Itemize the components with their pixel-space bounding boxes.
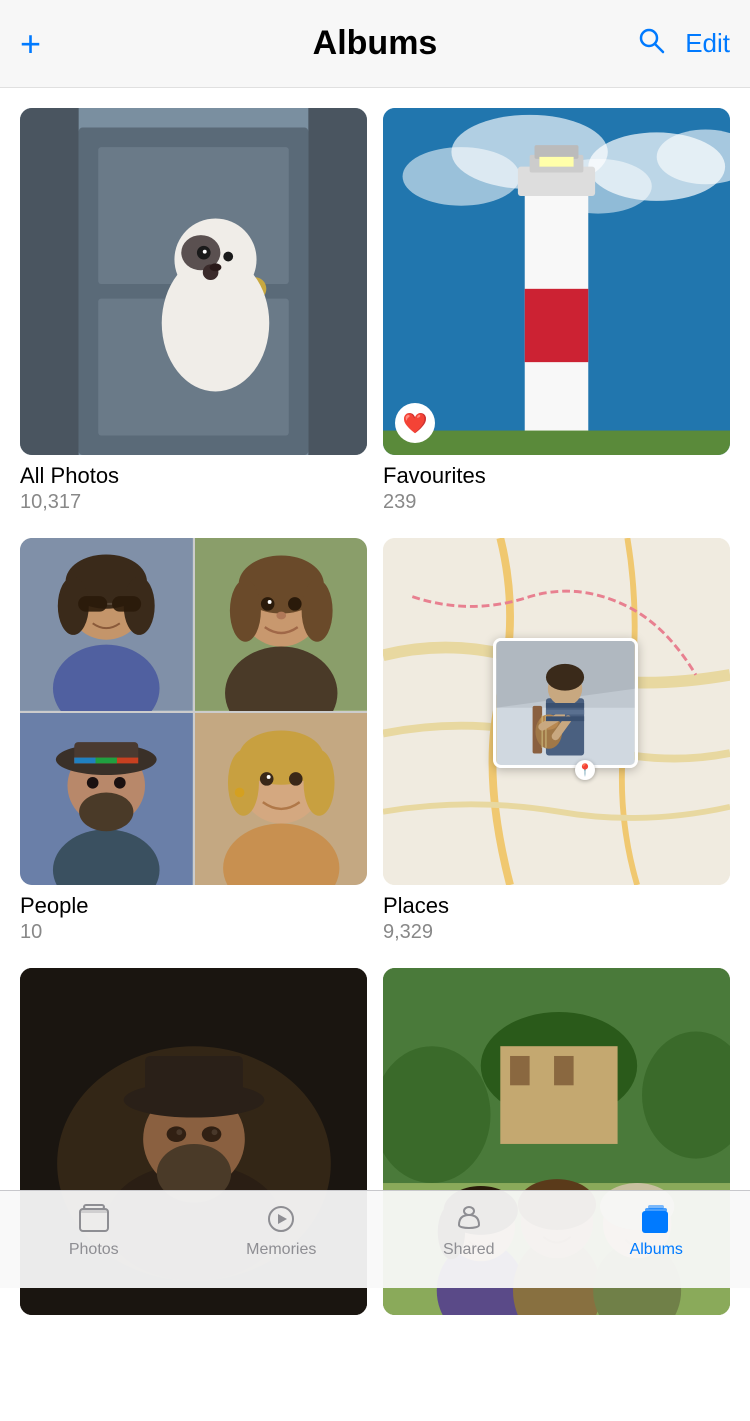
album-count-favourites: 239: [383, 491, 730, 514]
map-photo-overlay: [493, 638, 638, 768]
album-name-places: Places: [383, 893, 730, 919]
map-pin: 📍: [575, 760, 595, 780]
people-grid: [20, 538, 367, 885]
tab-bar: Photos Memories Shared: [0, 1190, 750, 1288]
person-cell-2: [195, 538, 368, 711]
tab-photos[interactable]: Photos: [0, 1201, 188, 1259]
album-people[interactable]: People 10: [20, 538, 367, 944]
tab-albums[interactable]: Albums: [563, 1201, 750, 1259]
heart-badge: ❤️: [395, 403, 435, 443]
album-name-favourites: Favourites: [383, 463, 730, 489]
shared-icon: [451, 1201, 487, 1237]
tab-memories-label: Memories: [246, 1241, 316, 1259]
album-thumb-people: [20, 538, 367, 885]
add-button[interactable]: +: [20, 23, 41, 65]
search-button[interactable]: [637, 26, 665, 61]
search-icon: [637, 26, 665, 54]
person-cell-1: [20, 538, 193, 711]
tab-shared-label: Shared: [443, 1241, 495, 1259]
album-count-people: 10: [20, 921, 367, 944]
album-thumb-all-photos: [20, 108, 367, 455]
person-cell-4: [195, 713, 368, 886]
album-places[interactable]: 📍 Places 9,329: [383, 538, 730, 944]
album-count-places: 9,329: [383, 921, 730, 944]
photos-icon: [76, 1201, 112, 1237]
header: + Albums Edit: [0, 0, 750, 88]
album-all-photos[interactable]: All Photos 10,317: [20, 108, 367, 514]
all-photos-image: [20, 108, 367, 455]
albums-grid: All Photos 10,317: [0, 88, 750, 1323]
album-name-people: People: [20, 893, 367, 919]
album-thumb-favourites: ❤️: [383, 108, 730, 455]
edit-button[interactable]: Edit: [685, 28, 730, 59]
album-favourites[interactable]: ❤️ Favourites 239: [383, 108, 730, 514]
page-title: Albums: [313, 24, 438, 63]
tab-photos-label: Photos: [69, 1241, 119, 1259]
tab-shared[interactable]: Shared: [375, 1201, 563, 1259]
person-cell-3: [20, 713, 193, 886]
album-count-all-photos: 10,317: [20, 491, 367, 514]
tab-memories[interactable]: Memories: [188, 1201, 376, 1259]
favourites-image: [383, 108, 730, 455]
album-name-all-photos: All Photos: [20, 463, 367, 489]
memories-icon: [263, 1201, 299, 1237]
album-thumb-places: 📍: [383, 538, 730, 885]
albums-icon: [638, 1201, 674, 1237]
tab-albums-label: Albums: [630, 1241, 683, 1259]
